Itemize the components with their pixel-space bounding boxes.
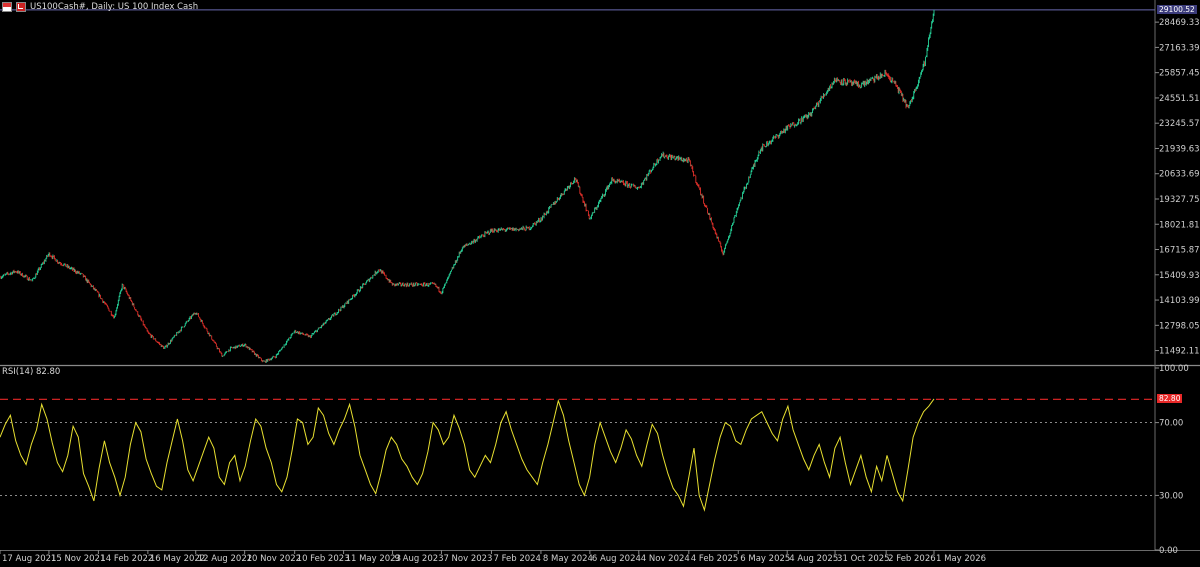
chart-header: US100Cash#, Daily: US 100 Index Cash <box>2 1 198 13</box>
price-tick-label: 11492.11 <box>1159 347 1200 357</box>
time-tick-label: 15 Nov 2021 <box>51 554 105 563</box>
price-axis: 28469.33 27163.39 25857.45 24551.51 23245.57… <box>1155 18 1200 357</box>
price-tick-label: 20633.69 <box>1159 170 1200 180</box>
price-tick-label: 15409.93 <box>1159 271 1200 281</box>
time-tick-label: 1 May 2026 <box>936 554 986 563</box>
chart-window[interactable]: 28469.33 27163.39 25857.45 24551.51 23245.57… <box>0 0 1200 564</box>
price-tick-label: 16715.87 <box>1159 246 1200 256</box>
rsi-tick-label: 0.00 <box>1159 546 1178 556</box>
candles-group <box>0 9 935 363</box>
rsi-indicator-label: RSI(14) 82.80 <box>2 367 61 377</box>
time-tick-label: 11 May 2023 <box>346 554 401 563</box>
time-tick-label: 4 Feb 2025 <box>691 554 739 563</box>
price-tick-label: 27163.39 <box>1159 43 1200 53</box>
time-tick-label: 10 Nov 2022 <box>247 554 301 563</box>
current-rsi-badge: 82.80 <box>1157 394 1183 404</box>
rsi-axis: 100.00 70.00 30.00 0.00 <box>1155 364 1189 556</box>
price-tick-label: 28469.33 <box>1159 18 1200 28</box>
time-tick-label: 12 Aug 2022 <box>198 554 252 563</box>
rsi-tick-label: 30.00 <box>1159 491 1183 501</box>
current-price-badge: 29100.52 <box>1157 4 1197 14</box>
time-tick-label: 17 Aug 2021 <box>2 554 56 563</box>
chart-canvas[interactable]: 28469.33 27163.39 25857.45 24551.51 23245.57… <box>0 0 1200 564</box>
price-tick-label: 25857.45 <box>1159 69 1200 79</box>
rsi-tick-label: 70.00 <box>1159 419 1183 429</box>
time-tick-label: 14 Feb 2022 <box>100 554 153 563</box>
price-tick-label: 24551.51 <box>1159 94 1200 104</box>
time-tick-label: 6 Aug 2024 <box>592 554 641 563</box>
time-tick-label: 9 Aug 2023 <box>395 554 444 563</box>
chart-icon[interactable] <box>16 2 26 12</box>
price-tick-label: 19327.75 <box>1159 195 1200 205</box>
rsi-line <box>0 398 935 512</box>
price-tick-label: 14103.99 <box>1159 296 1200 306</box>
time-tick-label: 7 Feb 2024 <box>493 554 540 563</box>
time-tick-label: 4 Aug 2025 <box>789 554 838 563</box>
time-tick-label: 7 Nov 2023 <box>443 554 492 563</box>
time-tick-label: 31 Oct 2025 <box>837 554 890 563</box>
price-tick-label: 12798.05 <box>1159 321 1200 331</box>
price-tick-label: 21939.63 <box>1159 144 1200 154</box>
price-tick-label: 18021.81 <box>1159 220 1200 230</box>
flag-red-icon[interactable] <box>2 2 12 12</box>
time-tick-label: 4 Nov 2024 <box>641 554 690 563</box>
rsi-tick-label: 100.00 <box>1159 364 1189 374</box>
time-tick-label: 6 May 2025 <box>740 554 790 563</box>
rsi-group <box>0 398 1155 512</box>
time-tick-label: 2 Feb 2026 <box>888 554 936 563</box>
price-tick-label: 23245.57 <box>1159 119 1200 129</box>
time-tick-label: 8 May 2024 <box>543 554 593 563</box>
time-tick-label: 10 Feb 2023 <box>297 554 350 563</box>
time-axis: 17 Aug 202115 Nov 202114 Feb 202216 May … <box>0 550 986 564</box>
chart-title: US100Cash#, Daily: US 100 Index Cash <box>30 2 199 12</box>
